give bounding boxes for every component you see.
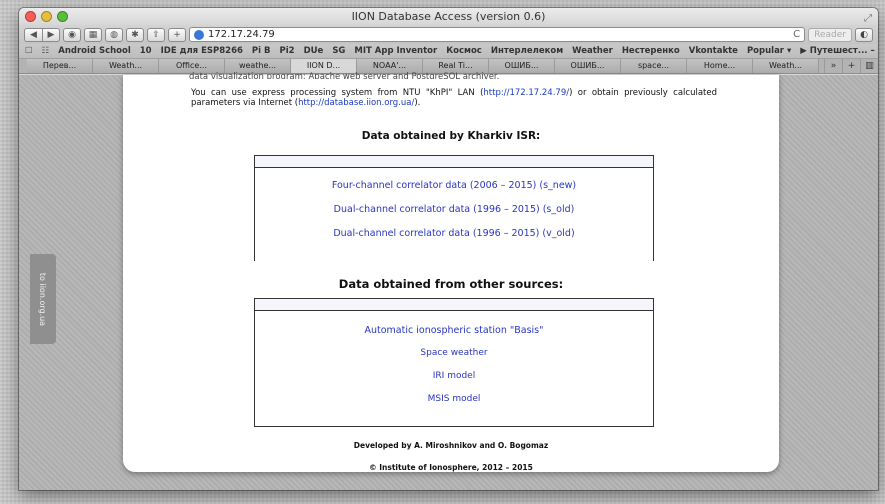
tab[interactable]: Перев... xyxy=(27,59,93,73)
sidebar-tab-label: to iion.org.ua xyxy=(38,272,48,326)
title-bar: IION Database Access (version 0.6) ⤢ xyxy=(19,8,878,25)
close-window-icon[interactable] xyxy=(25,11,36,22)
address-bar[interactable]: 172.17.24.79 C xyxy=(189,27,806,42)
bookmark-item[interactable]: Weather xyxy=(572,46,613,56)
panel-header xyxy=(255,156,653,168)
tab[interactable]: ОШИБ... xyxy=(489,59,555,73)
bookmark-item[interactable]: Нестеренко xyxy=(622,46,680,56)
intro-text: You can use express processing system fr… xyxy=(191,88,484,98)
link-s-new[interactable]: Four-channel correlator data (2006 – 201… xyxy=(255,180,653,191)
bookmark-item[interactable]: MIT App Inventor xyxy=(354,46,437,56)
forward-button[interactable]: ▶ xyxy=(42,27,60,42)
page-panel: data visualization program; Apache web s… xyxy=(123,72,779,472)
url-text[interactable]: 172.17.24.79 xyxy=(208,29,789,40)
tab[interactable]: Weath... xyxy=(753,59,819,73)
share-icon[interactable]: ⇪ xyxy=(147,27,165,42)
copyright: © Institute of Ionosphere, 2012 – 2015 xyxy=(369,463,533,472)
bookmark-item[interactable]: Pi2 xyxy=(280,46,295,56)
section-title-isr: Data obtained by Kharkiv ISR: xyxy=(361,130,541,142)
reading-list-icon[interactable]: ☐ xyxy=(25,46,33,56)
tab[interactable]: ОШИБ... xyxy=(555,59,621,73)
page-viewport: to iion.org.ua data visualization progra… xyxy=(19,72,878,490)
tab[interactable]: weathe... xyxy=(225,59,291,73)
other-sources-panel: Automatic ionospheric station "Basis" Sp… xyxy=(254,298,654,427)
link-space-weather[interactable]: Space weather xyxy=(255,348,653,358)
window-controls xyxy=(25,11,68,22)
sidebar-tab[interactable]: to iion.org.ua xyxy=(30,254,56,344)
bookmark-item[interactable]: Popular ▾ xyxy=(747,46,791,56)
panel-header xyxy=(255,299,653,311)
tab[interactable]: Office... xyxy=(159,59,225,73)
all-bookmarks-icon[interactable]: ☷ xyxy=(42,46,50,56)
intro-text: ). xyxy=(414,98,421,108)
new-tab-icon[interactable]: + xyxy=(842,59,860,73)
minimize-window-icon[interactable] xyxy=(41,11,52,22)
bookmark-item[interactable]: 10 xyxy=(140,46,152,56)
reader-button[interactable]: Reader xyxy=(808,27,852,42)
history-buttons: ◀ ▶ xyxy=(24,27,60,42)
intro-paragraph: You can use express processing system fr… xyxy=(191,88,717,108)
link-iri-model[interactable]: IRI model xyxy=(255,371,653,381)
tab-view-icon[interactable]: ▥ xyxy=(860,59,878,73)
section-title-other: Data obtained from other sources: xyxy=(338,277,564,291)
bookmark-item[interactable]: Pi B xyxy=(252,46,271,56)
rss-icon[interactable]: ◉ xyxy=(63,27,81,42)
browser-window: IION Database Access (version 0.6) ⤢ ◀ ▶… xyxy=(19,8,878,490)
topsites-icon[interactable]: ▦ xyxy=(84,27,102,42)
lan-link[interactable]: http://172.17.24.79/ xyxy=(483,88,569,98)
tab-tools: » + ▥ xyxy=(824,59,878,73)
tab[interactable]: Weath... xyxy=(93,59,159,73)
link-s-old[interactable]: Dual-channel correlator data (1996 – 201… xyxy=(255,204,653,215)
link-v-old[interactable]: Dual-channel correlator data (1996 – 201… xyxy=(255,228,653,239)
browser-toolbar: ◀ ▶ ◉ ▦ ◍ ✱ ⇪ + 172.17.24.79 C Reader ◐ xyxy=(19,25,878,44)
bookmark-item[interactable]: Космос xyxy=(446,46,482,56)
tab[interactable]: Real Ti... xyxy=(423,59,489,73)
settings-icon[interactable]: ◐ xyxy=(855,27,873,42)
tab-overflow-icon[interactable]: » xyxy=(824,59,842,73)
tab-active[interactable]: IION D... xyxy=(291,59,357,73)
bookmark-item[interactable]: IDE для ESP8266 xyxy=(161,46,243,56)
fullscreen-icon[interactable]: ⤢ xyxy=(864,10,872,27)
tab[interactable]: space... xyxy=(621,59,687,73)
bookmark-item[interactable]: Vkontakte xyxy=(689,46,738,56)
bookmarks-bar: ☐ ☷ Android School 10 IDE для ESP8266 Pi… xyxy=(19,44,878,59)
window-title: IION Database Access (version 0.6) xyxy=(351,10,546,23)
developer-credits: Developed by A. Miroshnikov and O. Bogom… xyxy=(353,441,549,450)
reload-icon[interactable]: C xyxy=(793,29,800,40)
bookmark-item[interactable]: Android School xyxy=(58,46,131,56)
internet-link[interactable]: http://database.iion.org.ua/ xyxy=(298,98,414,108)
add-bookmark-button[interactable]: + xyxy=(168,27,186,42)
bookmark-icon[interactable]: ✱ xyxy=(126,27,144,42)
bookmark-item[interactable]: SG xyxy=(332,46,345,56)
pocket-icon[interactable]: ◍ xyxy=(105,27,123,42)
bookmark-item[interactable]: DUe xyxy=(304,46,324,56)
bookmark-item[interactable]: Интерлелеком xyxy=(491,46,563,56)
clipped-text: data visualization program; Apache web s… xyxy=(189,72,500,79)
globe-icon xyxy=(194,29,204,40)
isr-data-panel: Four-channel correlator data (2006 – 201… xyxy=(254,155,654,261)
tab[interactable]: NOAA'... xyxy=(357,59,423,73)
link-msis-model[interactable]: MSIS model xyxy=(255,394,653,404)
back-button[interactable]: ◀ xyxy=(24,27,42,42)
tab[interactable]: Home... xyxy=(687,59,753,73)
maximize-window-icon[interactable] xyxy=(57,11,68,22)
link-basis-station[interactable]: Automatic ionospheric station "Basis" xyxy=(255,325,653,336)
bookmark-item[interactable]: ▶ Путешест... – YouTube xyxy=(800,46,878,56)
